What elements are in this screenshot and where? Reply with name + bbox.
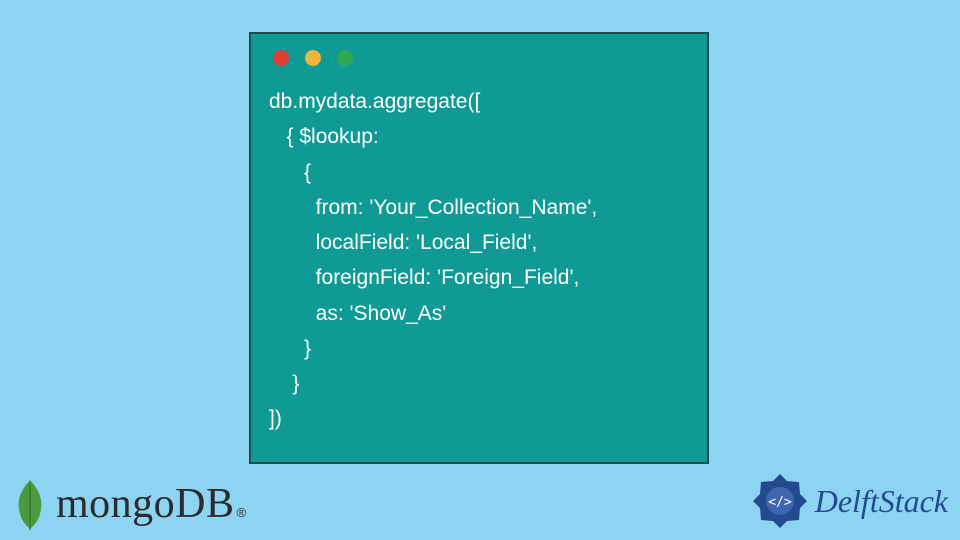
mongodb-logo: mongoDB® bbox=[12, 478, 246, 530]
mongodb-leaf-icon bbox=[12, 478, 48, 530]
svg-text:</>: </> bbox=[768, 495, 792, 510]
window-traffic-lights bbox=[269, 50, 689, 66]
traffic-yellow-icon bbox=[305, 50, 321, 66]
delftstack-logo: </> DelftStack bbox=[751, 472, 948, 530]
code-block: db.mydata.aggregate([ { $lookup: { from:… bbox=[269, 84, 689, 437]
traffic-red-icon bbox=[273, 50, 289, 66]
mongodb-wordmark: mongoDB bbox=[56, 481, 235, 527]
registered-mark: ® bbox=[237, 505, 247, 520]
traffic-green-icon bbox=[337, 50, 353, 66]
code-card: db.mydata.aggregate([ { $lookup: { from:… bbox=[249, 32, 709, 464]
delftstack-badge-icon: </> bbox=[751, 472, 809, 530]
mongodb-text: mongoDB® bbox=[56, 480, 246, 528]
delftstack-wordmark: DelftStack bbox=[815, 483, 948, 520]
